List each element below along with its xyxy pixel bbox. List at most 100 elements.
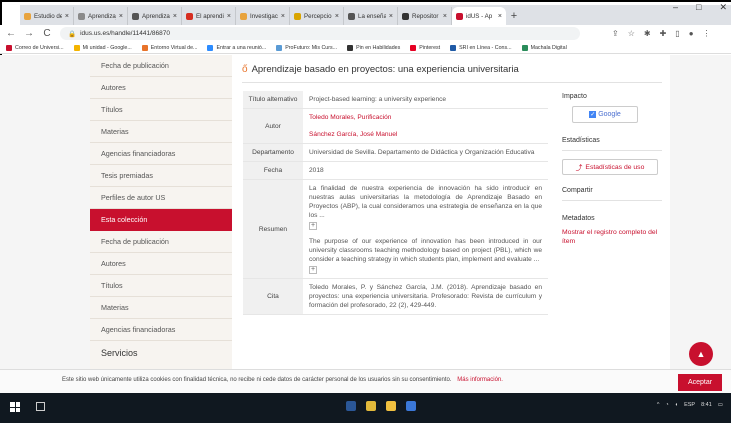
puzzle-icon[interactable]: ✚ — [660, 29, 667, 38]
sidebar-item[interactable]: Autores — [90, 77, 232, 99]
bookmark-item[interactable]: Entrar a una reunió... — [207, 44, 267, 51]
bookmark-item[interactable]: ProFuturo: Mis Curs... — [276, 44, 337, 51]
close-tab-icon[interactable]: × — [173, 13, 177, 20]
bookmark-item[interactable]: Pin en Habilidades — [347, 44, 401, 51]
sidebar: Fecha de publicación Autores Títulos Materi… — [90, 55, 232, 369]
expand-abstract-es-button[interactable]: + — [309, 222, 317, 230]
browser-tab[interactable]: La enseña × — [344, 7, 398, 25]
bookmarks-bar: Correo de Universi... Mi unidad - Google.… — [0, 42, 731, 54]
alt-title-value: Project-based learning: a university exp… — [303, 91, 548, 109]
sidebar-item[interactable]: Autores — [90, 253, 232, 275]
close-tab-icon[interactable]: × — [443, 13, 447, 20]
close-tab-icon[interactable]: × — [498, 13, 502, 20]
task-view-icon[interactable] — [36, 402, 45, 411]
expand-abstract-en-button[interactable]: + — [309, 266, 317, 274]
author-link[interactable]: Sánchez García, José Manuel — [309, 130, 542, 139]
forward-button[interactable]: → — [24, 28, 34, 39]
browser-tab[interactable]: Aprendiza × — [128, 7, 182, 25]
bookmark-item[interactable]: Correo de Universi... — [6, 44, 64, 51]
bookmark-item[interactable]: Mi unidad - Google... — [73, 44, 132, 51]
sidebar-item[interactable]: Materias — [90, 121, 232, 143]
menu-icon[interactable]: ⋮ — [703, 29, 711, 38]
maximize-button[interactable]: □ — [696, 2, 701, 13]
dept-label: Departamento — [243, 143, 303, 162]
star-icon[interactable]: ☆ — [628, 29, 635, 38]
browser-tab[interactable]: El aprendi × — [182, 7, 236, 25]
bookmark-item[interactable]: Entorno Virtual de... — [141, 44, 197, 51]
bookmark-favicon-icon — [521, 44, 528, 51]
sidebar-item[interactable]: Agencias financiadoras — [90, 319, 232, 341]
share-icon[interactable]: ⇪ — [612, 29, 619, 38]
close-tab-icon[interactable]: × — [281, 13, 285, 20]
browser-tab[interactable]: Investigac × — [236, 7, 290, 25]
full-record-link[interactable]: Mostrar el registro completo del ítem — [562, 228, 662, 246]
table-row: Cita Toledo Morales, P. y Sánchez García… — [243, 278, 548, 315]
services-heading: Servicios — [101, 348, 138, 358]
sidebar-item[interactable]: Fecha de publicación — [90, 231, 232, 253]
close-tab-icon[interactable]: × — [65, 13, 69, 20]
sidebar-item[interactable]: Títulos — [90, 99, 232, 121]
notifications-icon[interactable]: ▭ — [718, 402, 723, 408]
sidebar-item[interactable]: Títulos — [90, 275, 232, 297]
browser-tab[interactable]: Aprendizaj × — [74, 7, 128, 25]
reload-button[interactable]: C — [42, 28, 52, 39]
scroll-to-top-button[interactable]: ▲ — [689, 342, 713, 366]
cookie-text-wrap: Este sitio web únicamente utiliza cookie… — [62, 377, 503, 383]
sidebar-item-this-collection[interactable]: Esta colección — [90, 209, 232, 231]
author-values: Toledo Morales, Purificación Sánchez Gar… — [303, 108, 548, 144]
new-tab-button[interactable]: + — [506, 7, 522, 25]
sidepanel-icon[interactable]: ▯ — [675, 29, 679, 38]
bookmark-favicon-icon — [141, 44, 148, 51]
alt-title-label: Título alternativo — [243, 91, 303, 109]
profile-icon[interactable]: ● — [689, 29, 694, 38]
bookmark-label: Entrar a una reunió... — [216, 44, 267, 51]
volume-icon: ◖ — [674, 402, 679, 408]
sidebar-item[interactable]: Materias — [90, 297, 232, 319]
cite-value: Toledo Morales, P. y Sánchez García, J.M… — [303, 278, 548, 315]
close-tab-icon[interactable]: × — [227, 13, 231, 20]
bookmark-item[interactable]: Machala Digital — [521, 44, 567, 51]
file-explorer-icon[interactable] — [386, 401, 396, 411]
back-button[interactable]: ← — [6, 28, 16, 39]
bookmark-label: Pin en Habilidades — [356, 44, 401, 51]
system-tray: ^ ◔ ◖ ESP 8:41 ▭ — [657, 402, 723, 408]
language-indicator[interactable]: ESP — [684, 402, 695, 408]
window-controls: – □ ✕ — [673, 2, 727, 13]
sidebar-item[interactable]: Perfiles de autor US — [90, 187, 232, 209]
google-scholar-button[interactable]: ✓ Google — [572, 106, 638, 123]
tray-expand-icon[interactable]: ^ — [657, 402, 660, 408]
abstract-values: La finalidad de nuestra experiencia de i… — [303, 179, 548, 279]
extension-icon[interactable]: ✱ — [644, 29, 651, 38]
address-bar[interactable]: 🔒 idus.us.es/handle/11441/86870 — [60, 27, 580, 40]
app-icon[interactable] — [406, 401, 416, 411]
abstract-en: The purpose of our experience of innovat… — [309, 238, 542, 263]
word-app-icon[interactable] — [346, 401, 356, 411]
browser-tab[interactable]: Percepcio × — [290, 7, 344, 25]
google-label: Google — [598, 111, 621, 118]
sidebar-item[interactable]: Fecha de publicación — [90, 55, 232, 77]
author-link[interactable]: Toledo Morales, Purificación — [309, 113, 542, 122]
tab-title: Aprendizaj — [88, 12, 116, 20]
bookmark-item[interactable]: Pinterest — [410, 44, 440, 51]
metadata-table: Título alternativo Project-based learnin… — [243, 91, 548, 315]
abstract-label: Resumen — [243, 179, 303, 279]
close-tab-icon[interactable]: × — [389, 13, 393, 20]
close-tab-icon[interactable]: × — [119, 13, 123, 20]
bookmark-item[interactable]: SRI en Línea - Cons... — [450, 44, 512, 51]
close-window-button[interactable]: ✕ — [719, 2, 727, 13]
chrome-app-icon[interactable] — [366, 401, 376, 411]
minimize-button[interactable]: – — [673, 2, 678, 13]
sidebar-item[interactable]: Tesis premiadas — [90, 165, 232, 187]
cookie-more-link[interactable]: Más información. — [457, 377, 503, 383]
usage-stats-button[interactable]: ⤴ Estadísticas de uso — [562, 159, 658, 175]
close-tab-icon[interactable]: × — [335, 13, 339, 20]
browser-tab[interactable]: Estudio de × — [20, 7, 74, 25]
windows-start-icon[interactable] — [10, 402, 20, 412]
clock[interactable]: 8:41 — [701, 402, 712, 408]
browser-tab[interactable]: idUS - Ap × — [452, 7, 506, 25]
sidebar-item[interactable]: Agencias financiadoras — [90, 143, 232, 165]
accept-cookies-button[interactable]: Aceptar — [678, 374, 722, 391]
tab-favicon-icon — [132, 12, 139, 20]
browser-tab[interactable]: Repositor × — [398, 7, 452, 25]
bookmark-label: Mi unidad - Google... — [82, 44, 132, 51]
